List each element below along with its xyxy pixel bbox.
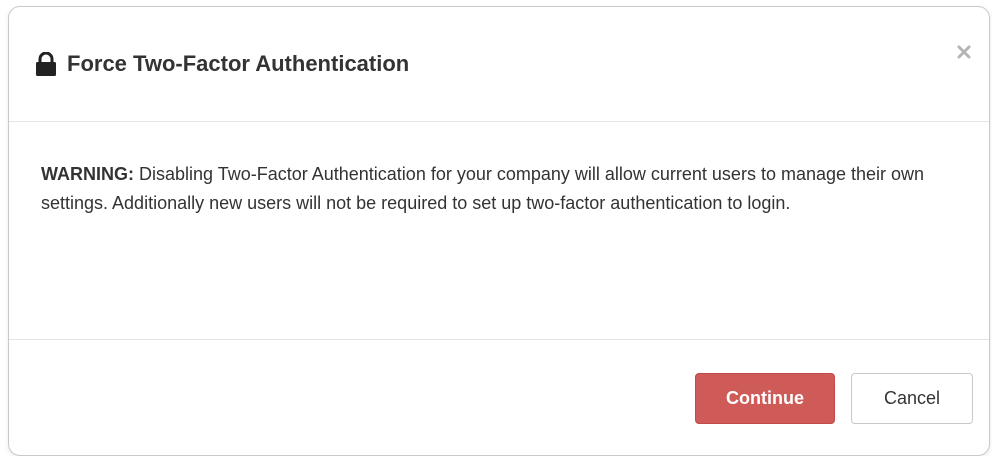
- close-button[interactable]: [953, 41, 975, 63]
- cancel-button[interactable]: Cancel: [851, 373, 973, 424]
- modal-body: WARNING: Disabling Two-Factor Authentica…: [9, 122, 989, 340]
- modal-title-text: Force Two-Factor Authentication: [67, 51, 410, 76]
- lock-icon: [36, 52, 56, 76]
- warning-message-text: Disabling Two-Factor Authentication for …: [41, 164, 925, 213]
- warning-message: WARNING: Disabling Two-Factor Authentica…: [41, 160, 951, 218]
- continue-button[interactable]: Continue: [695, 373, 835, 424]
- modal-footer: Continue Cancel: [9, 340, 989, 450]
- close-icon: [957, 45, 971, 59]
- two-factor-modal: Force Two-Factor Authentication WARNING:…: [8, 6, 990, 456]
- warning-label: WARNING:: [41, 164, 134, 184]
- modal-header: Force Two-Factor Authentication: [9, 7, 989, 122]
- modal-title: Force Two-Factor Authentication: [35, 51, 409, 77]
